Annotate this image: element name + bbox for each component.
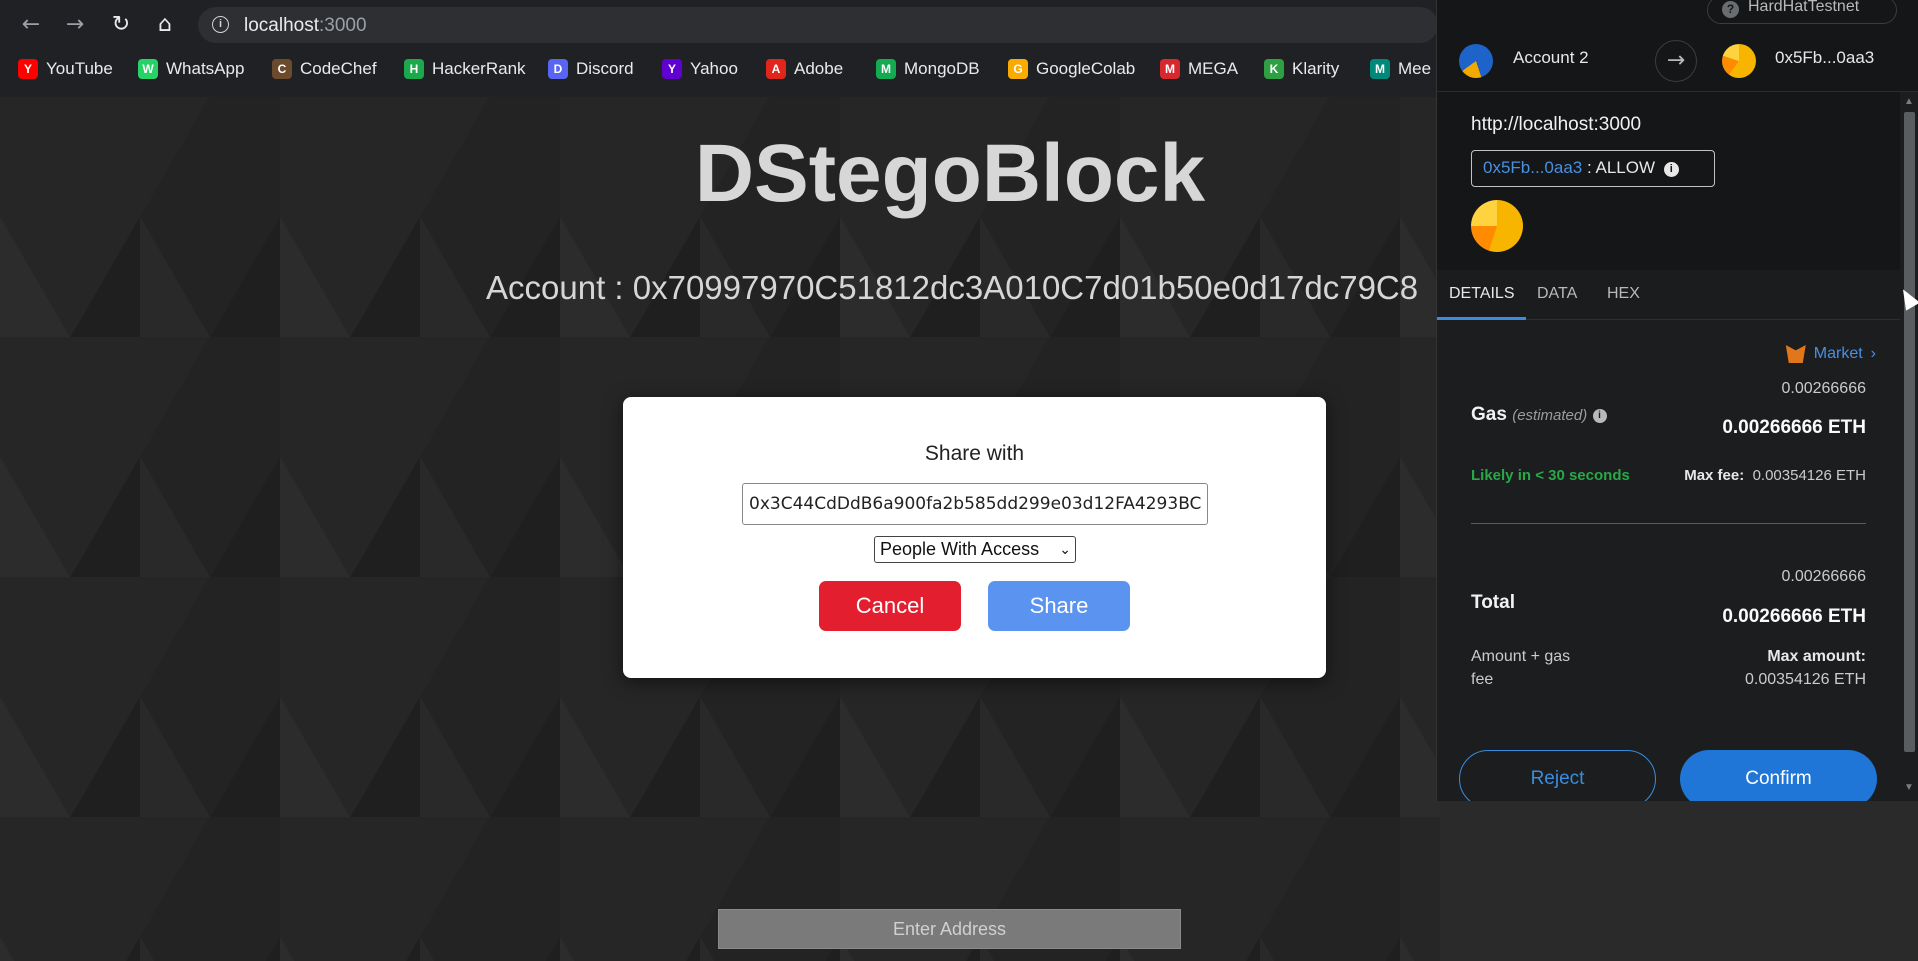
bookmark-klarity[interactable]: K Klarity [1264, 57, 1339, 81]
scrollbar-thumb[interactable] [1904, 112, 1915, 752]
klarity-icon: K [1264, 59, 1284, 79]
likely-time: Likely in < 30 seconds [1471, 467, 1630, 484]
scroll-up-icon[interactable]: ▲ [1904, 96, 1914, 107]
gas-details: Market › Gas (estimated) i 0.00266666 0.… [1437, 320, 1900, 801]
gas-label: Gas (estimated) i [1471, 404, 1607, 426]
from-account-name: Account 2 [1513, 48, 1589, 67]
market-link[interactable]: Market › [1785, 345, 1876, 363]
share-address-input[interactable] [742, 483, 1208, 525]
chevron-down-icon: ⌄ [1059, 541, 1071, 557]
bookmark-label: MEGA [1188, 59, 1239, 78]
to-account-address: 0x5Fb...0aa3 [1775, 48, 1875, 67]
adobe-icon: A [766, 59, 786, 79]
address-bar[interactable]: i localhost:3000 [198, 7, 1438, 43]
colab-icon: G [1008, 59, 1028, 79]
share-button[interactable]: Share [988, 581, 1130, 631]
back-icon[interactable]: ← [18, 12, 44, 38]
allow-badge[interactable]: 0x5Fb...0aa3 : ALLOW i [1471, 150, 1715, 187]
info-icon[interactable]: i [1663, 162, 1679, 177]
gas-value: 0.00266666 [1781, 380, 1866, 397]
browser-toolbar: ← → ↻ ⌂ i localhost:3000 [0, 0, 1440, 50]
mongodb-icon: M [876, 59, 896, 79]
bookmark-mongodb[interactable]: M MongoDB [876, 57, 980, 81]
modal-title: Share with [924, 442, 1025, 465]
page-content: DStegoBlock Account : 0x70997970C51812dc… [0, 97, 1440, 961]
forward-icon[interactable]: → [62, 12, 88, 38]
codechef-icon: C [272, 59, 292, 79]
site-info-icon[interactable]: i [212, 16, 229, 33]
hackerrank-icon: H [404, 59, 424, 79]
gas-value-eth: 0.00266666 ETH [1722, 417, 1866, 438]
bookmarks-bar: Y YouTube W WhatsApp C CodeChef H HackerRank D Di… [0, 54, 1440, 84]
cancel-button[interactable]: Cancel [819, 581, 961, 631]
scrollbar[interactable]: ▲ ▼ [1900, 92, 1918, 801]
share-modal: Share with People With Access ⌄ Cancel S… [623, 397, 1326, 678]
discord-icon: D [548, 59, 568, 79]
bookmark-label: MongoDB [904, 59, 980, 78]
bookmark-label: YouTube [46, 59, 113, 78]
bookmark-label: GoogleColab [1036, 59, 1136, 78]
transaction-panel: http://localhost:3000 0x5Fb...0aa3 : ALL… [1437, 92, 1900, 801]
meet-icon: M [1370, 59, 1390, 79]
bookmark-label: HackerRank [432, 59, 526, 78]
to-account-avatar [1722, 44, 1756, 78]
network-icon: ? [1722, 1, 1739, 18]
bookmark-discord[interactable]: D Discord [548, 57, 634, 81]
network-selector[interactable]: ? HardHatTestnet [1707, 0, 1897, 24]
max-fee: Max fee: 0.00354126 ETH [1684, 467, 1866, 484]
tab-details[interactable]: DETAILS [1449, 285, 1515, 303]
metamask-fox-icon [1785, 345, 1806, 363]
whatsapp-icon: W [138, 59, 158, 79]
tab-data[interactable]: DATA [1537, 285, 1577, 303]
info-icon[interactable]: i [1592, 409, 1607, 423]
bookmark-yahoo[interactable]: Y Yahoo [662, 57, 738, 81]
from-account-avatar [1459, 44, 1493, 78]
chevron-right-icon: › [1870, 345, 1876, 362]
scroll-down-icon[interactable]: ▼ [1904, 782, 1914, 793]
divider [1471, 523, 1866, 524]
bookmark-codechef[interactable]: C CodeChef [272, 57, 377, 81]
youtube-icon: Y [18, 59, 38, 79]
account-label: Account : 0x70997970C51812dc3A010C7d01b5… [486, 269, 1419, 306]
access-select-value: People With Access [880, 539, 1040, 559]
bookmark-label: Yahoo [690, 59, 738, 78]
total-label: Total [1471, 592, 1515, 613]
token-icon [1471, 200, 1523, 252]
confirm-button[interactable]: Confirm [1680, 750, 1877, 801]
amount-gas-fee-label: Amount + gas fee [1471, 648, 1571, 688]
bookmark-label: Klarity [1292, 59, 1340, 78]
bookmark-label: Discord [576, 59, 634, 78]
contract-address[interactable]: 0x5Fb...0aa3 [1483, 158, 1582, 177]
enter-address-input[interactable]: Enter Address [718, 909, 1181, 949]
bookmark-label: Adobe [794, 59, 844, 78]
bookmark-label: CodeChef [300, 59, 377, 78]
metamask-popup: ? HardHatTestnet Account 2 → 0x5Fb...0aa… [1436, 0, 1918, 801]
home-icon[interactable]: ⌂ [152, 12, 178, 38]
reload-icon[interactable]: ↻ [108, 12, 134, 38]
bookmark-adobe[interactable]: A Adobe [766, 57, 843, 81]
max-amount: Max amount: 0.00354126 ETH [1745, 648, 1866, 688]
reject-button[interactable]: Reject [1459, 750, 1656, 801]
url-text: localhost:3000 [244, 15, 367, 36]
yahoo-icon: Y [662, 59, 682, 79]
bookmark-youtube[interactable]: Y YouTube [18, 57, 113, 81]
bookmark-label: WhatsApp [166, 59, 245, 78]
app-title: DStegoBlock [694, 128, 1206, 219]
details-tabs: DETAILS DATA HEX [1437, 270, 1900, 320]
total-value-eth: 0.00266666 ETH [1722, 606, 1866, 627]
account-header: Account 2 → 0x5Fb...0aa3 [1437, 30, 1918, 92]
bookmark-mee[interactable]: M Mee [1370, 57, 1431, 81]
bookmark-googlecolab[interactable]: G GoogleColab [1008, 57, 1135, 81]
tab-hex[interactable]: HEX [1607, 285, 1640, 303]
bookmark-hackerrank[interactable]: H HackerRank [404, 57, 526, 81]
origin-url: http://localhost:3000 [1471, 114, 1642, 135]
mega-icon: M [1160, 59, 1180, 79]
bookmark-whatsapp[interactable]: W WhatsApp [138, 57, 244, 81]
arrow-right-icon: → [1655, 40, 1697, 82]
total-value: 0.00266666 [1781, 568, 1866, 585]
bookmark-label: Mee [1398, 59, 1432, 78]
access-select[interactable]: People With Access ⌄ [874, 536, 1076, 563]
bookmark-mega[interactable]: M MEGA [1160, 57, 1238, 81]
